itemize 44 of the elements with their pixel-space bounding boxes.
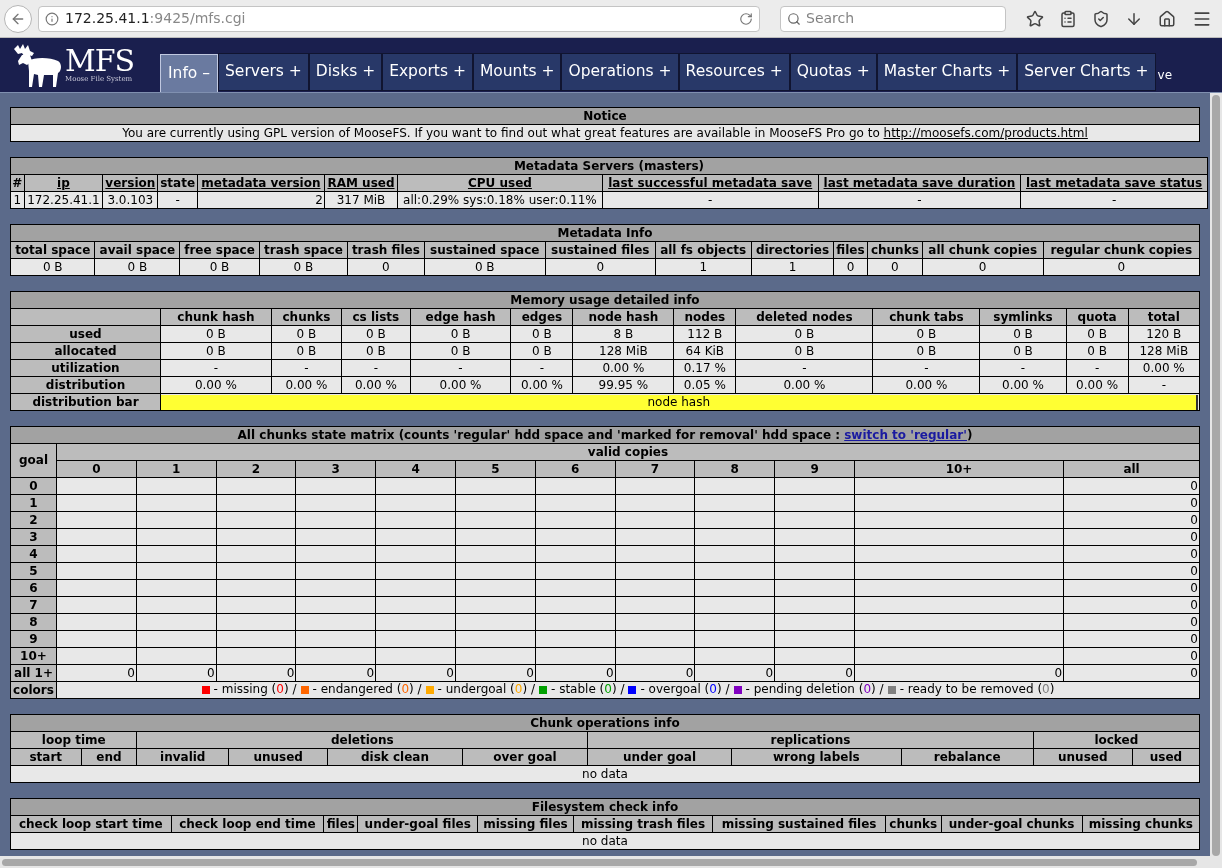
section-title: Metadata Servers (masters) xyxy=(10,157,1208,175)
back-button[interactable] xyxy=(4,4,32,33)
reload-icon[interactable] xyxy=(739,11,753,26)
legend-label: - pending deletion (0) / xyxy=(745,682,884,698)
legend-label: - endangered (0) / xyxy=(312,682,422,698)
nav-tab[interactable]: Resources + xyxy=(678,53,790,91)
home-icon[interactable] xyxy=(1158,9,1176,28)
nav-tab[interactable]: Operations + xyxy=(561,53,679,91)
section-title: Notice xyxy=(10,107,1200,125)
nav-tab[interactable]: Info – xyxy=(160,54,218,92)
nav-tab[interactable]: Exports + xyxy=(382,53,473,91)
section-title: All chunks state matrix (counts 'regular' hdd space and 'marked for removal' hdd space : switch to 'regular') xyxy=(10,426,1200,444)
logo-text: MFS xyxy=(65,46,135,76)
products-link[interactable]: http://moosefs.com/products.html xyxy=(883,125,1088,140)
address-field[interactable]: 172.25.41.1:9425/mfs.cgi xyxy=(38,5,760,32)
bookmark-icon[interactable] xyxy=(1026,9,1044,28)
column-header: goal xyxy=(10,443,57,478)
bar-segment: node hash xyxy=(161,394,1199,410)
horizontal-scrollbar[interactable] xyxy=(0,856,1222,868)
nav-tab[interactable]: Quotas + xyxy=(789,53,877,91)
section-title: Chunk operations info xyxy=(10,714,1200,732)
url-text: 172.25.41.1:9425/mfs.cgi xyxy=(65,9,246,28)
section-title: Filesystem check info xyxy=(10,798,1200,816)
nav-tab[interactable]: Servers + xyxy=(218,53,309,91)
shield-icon[interactable] xyxy=(1092,9,1110,28)
reading-list-icon[interactable] xyxy=(1059,9,1077,28)
nav-tab[interactable]: Mounts + xyxy=(472,53,562,91)
search-input[interactable]: Search xyxy=(806,8,999,29)
legend-label: - stable (0) / xyxy=(551,682,625,698)
section-title: Metadata Info xyxy=(10,224,1200,242)
section-title: Memory usage detailed info xyxy=(10,291,1200,309)
legend-label: - overgoal (0) / xyxy=(640,682,730,698)
legend-label: - ready to be removed (0) xyxy=(899,682,1055,698)
vertical-scrollbar[interactable] xyxy=(1210,93,1222,856)
nav-tab[interactable]: Master Charts + xyxy=(876,53,1018,91)
search-field[interactable]: Search xyxy=(780,5,1006,32)
legend-label: - missing (0) / xyxy=(213,682,297,698)
nav-tab[interactable]: Server Charts + xyxy=(1017,53,1156,91)
search-icon xyxy=(787,11,801,26)
switch-link[interactable]: switch to 'regular' xyxy=(844,427,967,442)
info-icon[interactable] xyxy=(45,11,59,26)
overflow-text: ve xyxy=(1157,67,1173,84)
nav-tab[interactable]: Disks + xyxy=(308,53,383,91)
legend-label: - undergoal (0) / xyxy=(437,682,535,698)
